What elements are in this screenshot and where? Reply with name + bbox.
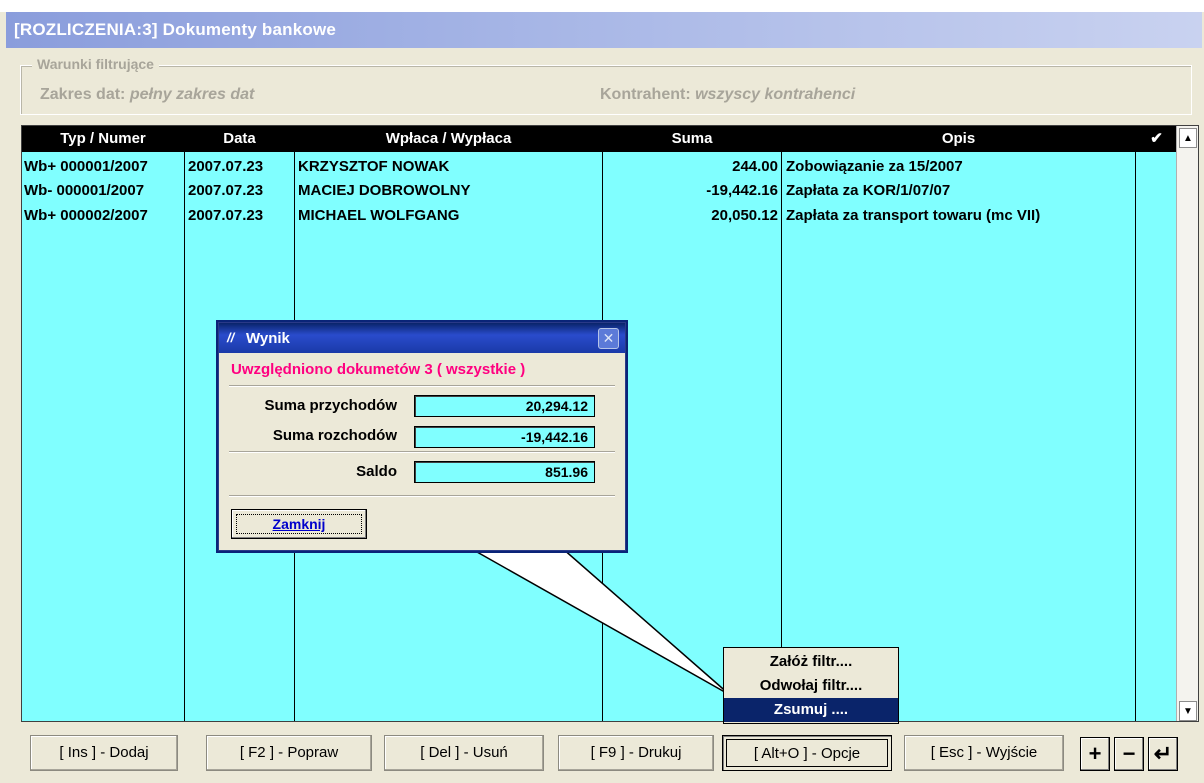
cell-type: Wb+ 000002/2007 <box>24 207 148 224</box>
cell-date: 2007.07.23 <box>188 207 264 224</box>
cell-date: 2007.07.23 <box>188 158 264 175</box>
cell-party: MICHAEL WOLFGANG <box>298 207 460 224</box>
menu-item-remove-filter[interactable]: Odwołaj filtr.... <box>724 674 898 698</box>
app-logo-icon: // <box>227 330 235 345</box>
title-bar: [ROZLICZENIA:3] Dokumenty bankowe <box>0 0 1204 50</box>
plus-icon[interactable]: + <box>1080 737 1110 771</box>
cell-sum: -19,442.16 <box>706 182 778 199</box>
cell-sum: 20,050.12 <box>711 207 778 224</box>
add-button[interactable]: [ Ins ] - Dodaj <box>30 735 178 771</box>
column-header-sum[interactable]: Suma <box>603 126 781 152</box>
options-menu: Załóż filtr.... Odwołaj filtr.... Zsumuj… <box>723 647 899 724</box>
cell-description: Zapłata za transport towaru (mc VII) <box>786 207 1041 224</box>
documents-count-message: Uwzględniono dokumetów 3 ( wszystkie ) <box>231 361 526 378</box>
print-button[interactable]: [ F9 ] - Drukuj <box>558 735 714 771</box>
close-button[interactable]: Zamknij <box>231 509 367 539</box>
menu-item-add-filter[interactable]: Załóż filtr.... <box>724 650 898 674</box>
delete-button[interactable]: [ Del ] - Usuń <box>384 735 544 771</box>
income-value: 20,294.12 <box>414 395 595 417</box>
window-title: [ROZLICZENIA:3] Dokumenty bankowe <box>14 20 337 39</box>
column-header-check[interactable]: ✔ <box>1136 126 1177 152</box>
options-button[interactable]: [ Alt+O ] - Opcje <box>722 735 892 771</box>
column-header-date[interactable]: Data <box>185 126 294 152</box>
minus-icon[interactable]: − <box>1114 737 1144 771</box>
column-header-description[interactable]: Opis <box>782 126 1135 152</box>
income-label: Suma przychodów <box>264 397 397 414</box>
menu-item-sum[interactable]: Zsumuj .... <box>724 698 898 722</box>
separator <box>229 451 615 453</box>
balance-label: Saldo <box>356 463 397 480</box>
bottom-toolbar: [ Ins ] - Dodaj [ F2 ] - Popraw [ Del ] … <box>20 729 1200 777</box>
close-icon[interactable]: ✕ <box>598 328 619 349</box>
options-button-label: [ Alt+O ] - Opcje <box>726 739 888 767</box>
expense-label: Suma rozchodów <box>272 427 397 444</box>
result-dialog: // Wynik ✕ Uwzględniono dokumetów 3 ( ws… <box>218 322 626 551</box>
cell-type: Wb- 000001/2007 <box>24 182 145 199</box>
separator <box>229 385 615 387</box>
dialog-title: Wynik <box>246 330 290 347</box>
vertical-scrollbar[interactable]: ▲ ▼ <box>1176 126 1198 721</box>
main-window: [ROZLICZENIA:3] Dokumenty bankowe Warunk… <box>0 0 1204 783</box>
expense-value: -19,442.16 <box>414 426 595 448</box>
cell-type: Wb+ 000001/2007 <box>24 158 148 175</box>
cell-description: Zapłata za KOR/1/07/07 <box>786 182 951 199</box>
edit-button[interactable]: [ F2 ] - Popraw <box>206 735 372 771</box>
enter-icon[interactable]: ↵ <box>1148 737 1178 771</box>
cell-date: 2007.07.23 <box>188 182 264 199</box>
exit-button[interactable]: [ Esc ] - Wyjście <box>904 735 1064 771</box>
dialog-title-bar: // Wynik ✕ <box>219 323 625 353</box>
filter-legend: Warunki filtrujące <box>32 56 159 72</box>
contractor-filter: Kontrahent: wszyscy kontrahenci <box>600 86 856 103</box>
cell-party: KRZYSZTOF NOWAK <box>298 158 450 175</box>
cell-party: MACIEJ DOBROWOLNY <box>298 182 471 199</box>
scroll-down-icon[interactable]: ▼ <box>1179 701 1197 721</box>
cell-description: Zobowiązanie za 15/2007 <box>786 158 963 175</box>
column-header-type[interactable]: Typ / Numer <box>22 126 184 152</box>
separator <box>229 495 615 497</box>
cell-sum: 244.00 <box>732 158 778 175</box>
date-range-filter: Zakres dat: pełny zakres dat <box>40 86 255 103</box>
balance-value: 851.96 <box>414 461 595 483</box>
close-button-label: Zamknij <box>236 514 362 534</box>
column-header-party[interactable]: Wpłaca / Wypłaca <box>295 126 602 152</box>
scroll-up-icon[interactable]: ▲ <box>1179 128 1197 148</box>
